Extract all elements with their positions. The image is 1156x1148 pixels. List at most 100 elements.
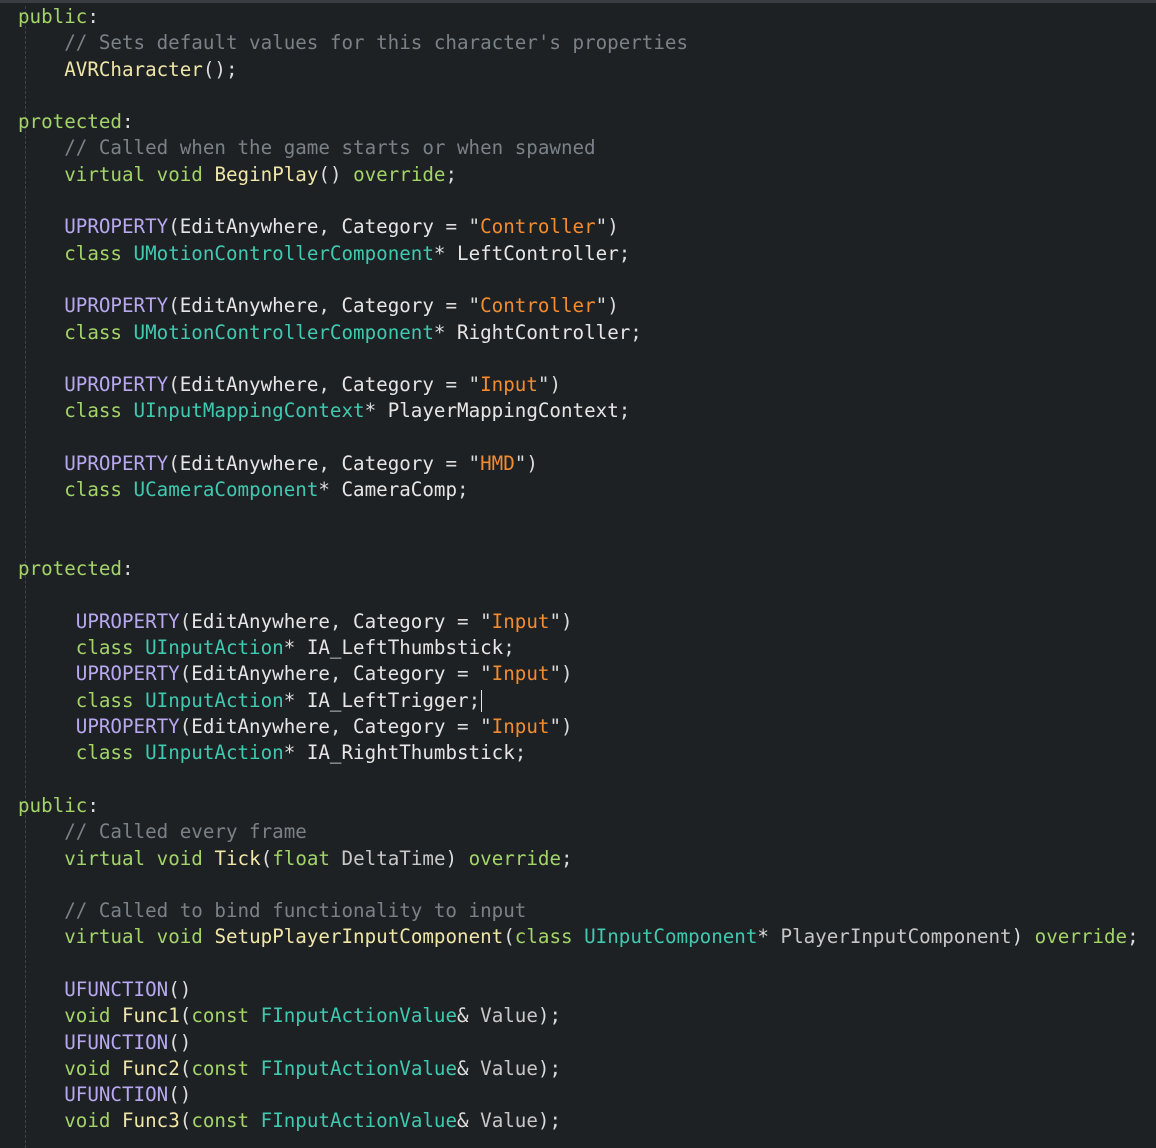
code-keyword: override	[353, 162, 446, 186]
code-line[interactable]: class UMotionControllerComponent* LeftCo…	[18, 241, 1139, 267]
code-line[interactable]: UPROPERTY(EditAnywhere, Category = "HMD"…	[18, 451, 1139, 477]
code-function-name: Tick	[214, 846, 261, 870]
code-line[interactable]: UPROPERTY(EditAnywhere, Category = "Inpu…	[18, 714, 1139, 740]
code-line[interactable]	[18, 951, 1139, 977]
code-line[interactable]: class UInputAction* IA_LeftTrigger;	[18, 688, 1139, 714]
code-punctuation: ;	[1127, 925, 1139, 949]
code-line[interactable]: protected:	[18, 109, 1139, 135]
code-line[interactable]	[18, 530, 1139, 556]
code-line[interactable]: public:	[18, 4, 1139, 30]
code-punctuation: :	[87, 5, 99, 28]
code-line[interactable]: UPROPERTY(EditAnywhere, Category = "Inpu…	[18, 372, 1139, 398]
code-line[interactable]: class UMotionControllerComponent* RightC…	[18, 320, 1139, 346]
code-punctuation: ")	[549, 609, 573, 633]
code-line[interactable]	[18, 346, 1139, 372]
code-identifier: PlayerMappingContext	[387, 399, 619, 423]
code-line[interactable]: class UInputAction* IA_LeftThumbstick;	[18, 635, 1139, 661]
code-punctuation: ")	[514, 452, 538, 476]
code-line[interactable]: void Func2(const FInputActionValue& Valu…	[18, 1056, 1139, 1082]
code-line[interactable]: AVRCharacter();	[18, 57, 1139, 83]
code-line[interactable]: virtual void SetupPlayerInputComponent(c…	[18, 924, 1139, 950]
code-line[interactable]: class UInputMappingContext* PlayerMappin…	[18, 398, 1139, 424]
code-function-name: Func1	[122, 1004, 180, 1028]
code-keyword: class	[64, 241, 122, 265]
code-identifier: LeftController	[457, 241, 619, 265]
code-macro: UPROPERTY	[75, 609, 180, 633]
code-punctuation: (	[260, 846, 273, 870]
code-punctuation: (	[503, 925, 515, 949]
code-string: HMD	[480, 452, 515, 476]
code-line[interactable]: // Called when the game starts or when s…	[18, 135, 1139, 161]
code-punctuation: = "	[433, 452, 481, 476]
code-string: Input	[491, 609, 550, 633]
code-punctuation: :	[87, 793, 99, 817]
code-line[interactable]: UFUNCTION()	[18, 1030, 1139, 1056]
code-identifier: Category	[353, 662, 446, 686]
code-keyword: const	[191, 1056, 250, 1080]
code-punctuation: *	[433, 320, 458, 344]
code-line[interactable]	[18, 188, 1139, 214]
code-line[interactable]	[18, 504, 1139, 530]
code-punctuation: ;	[630, 320, 642, 344]
code-macro: UPROPERTY	[64, 452, 169, 476]
code-line[interactable]: virtual void Tick(float DeltaTime) overr…	[18, 846, 1139, 872]
code-line[interactable]	[18, 425, 1139, 451]
code-line[interactable]	[18, 83, 1139, 109]
code-line[interactable]: void Func3(const FInputActionValue& Valu…	[18, 1108, 1139, 1134]
code-type: UInputMappingContext	[133, 399, 365, 423]
code-line[interactable]: UFUNCTION()	[18, 977, 1139, 1003]
code-line[interactable]: // Called every frame	[18, 819, 1139, 845]
code-line[interactable]	[18, 872, 1139, 898]
code-punctuation: = "	[445, 715, 492, 739]
code-parameter: DeltaTime	[341, 846, 446, 870]
code-line[interactable]: UPROPERTY(EditAnywhere, Category = "Cont…	[18, 214, 1139, 240]
code-line[interactable]: protected:	[18, 556, 1139, 582]
code-identifier: EditAnywhere	[179, 373, 319, 397]
code-line[interactable]: class UInputAction* IA_RightThumbstick;	[18, 740, 1139, 766]
code-line[interactable]: virtual void BeginPlay() override;	[18, 162, 1139, 188]
code-identifier: EditAnywhere	[179, 294, 319, 318]
code-line[interactable]: UFUNCTION()	[18, 1082, 1139, 1108]
code-line[interactable]	[18, 767, 1139, 793]
code-punctuation: = "	[445, 662, 492, 686]
code-line[interactable]: // Called to bind functionality to input	[18, 898, 1139, 924]
code-area[interactable]: public: // Sets default values for this …	[18, 4, 1139, 1135]
code-line[interactable]: UPROPERTY(EditAnywhere, Category = "Inpu…	[18, 661, 1139, 687]
code-line[interactable]: void Func1(const FInputActionValue& Valu…	[18, 1003, 1139, 1029]
code-type: UCameraComponent	[133, 478, 319, 502]
code-punctuation: *	[433, 241, 458, 265]
code-punctuation: ,	[318, 373, 342, 397]
code-parameter: Value	[480, 1109, 538, 1133]
code-punctuation: (	[168, 452, 180, 476]
code-line[interactable]: class UCameraComponent* CameraComp;	[18, 477, 1139, 503]
code-identifier: IA_LeftTrigger	[306, 688, 469, 712]
access-specifier: public	[18, 793, 88, 817]
code-line[interactable]	[18, 267, 1139, 293]
text-cursor	[481, 690, 483, 713]
code-editor[interactable]: public: // Sets default values for this …	[0, 0, 1156, 1148]
code-macro: UFUNCTION	[64, 977, 169, 1001]
code-punctuation: = "	[433, 215, 481, 239]
code-identifier: IA_RightThumbstick	[306, 741, 515, 765]
code-line[interactable]: public:	[18, 793, 1139, 819]
code-line[interactable]: UPROPERTY(EditAnywhere, Category = "Cont…	[18, 293, 1139, 319]
code-line[interactable]: // Sets default values for this characte…	[18, 30, 1139, 56]
code-punctuation: ;	[618, 399, 631, 423]
code-keyword: void	[156, 162, 203, 186]
code-line[interactable]	[18, 583, 1139, 609]
code-punctuation: );	[537, 1109, 562, 1133]
code-line[interactable]: UPROPERTY(EditAnywhere, Category = "Inpu…	[18, 609, 1139, 635]
code-keyword: override	[1034, 925, 1128, 949]
code-function-name: Func3	[122, 1109, 180, 1133]
code-punctuation: *	[364, 399, 388, 423]
